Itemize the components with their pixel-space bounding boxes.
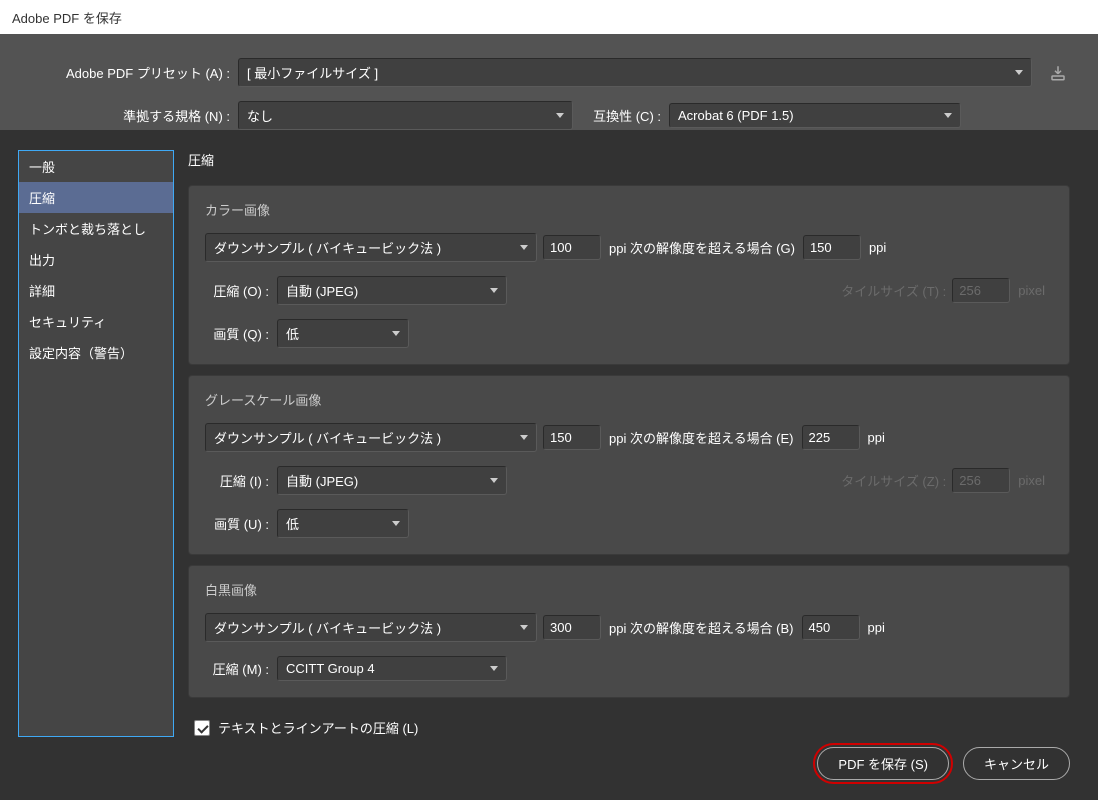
sidebar-item-compression[interactable]: 圧縮: [19, 182, 173, 213]
gray-ppi2-input[interactable]: 225: [802, 425, 860, 450]
mono-downsample-dropdown[interactable]: ダウンサンプル ( バイキュービック法 ): [205, 613, 537, 642]
color-comp-dropdown[interactable]: 自動 (JPEG): [277, 276, 507, 305]
text-lineart-checkbox[interactable]: [194, 720, 210, 736]
cancel-button[interactable]: キャンセル: [963, 747, 1070, 780]
compat-label: 互換性 (C) :: [583, 106, 669, 125]
chevron-down-icon: [944, 113, 952, 118]
panel-compression: 圧縮 カラー画像 ダウンサンプル ( バイキュービック法 ) 100 ppi 次…: [188, 150, 1070, 737]
section-title-mono: 白黒画像: [205, 580, 1053, 599]
chevron-down-icon: [556, 113, 564, 118]
sidebar-item-output[interactable]: 出力: [19, 244, 173, 275]
preset-value: [ 最小ファイルサイズ ]: [247, 63, 1009, 82]
color-tile-label: タイルサイズ (T) :: [841, 281, 946, 300]
mono-ppi-input[interactable]: 300: [543, 615, 601, 640]
checkmark-icon: [197, 723, 207, 733]
chevron-down-icon: [1015, 70, 1023, 75]
window-title: Adobe PDF を保存: [12, 8, 122, 27]
sidebar-item-advanced[interactable]: 詳細: [19, 275, 173, 306]
ppi-unit: ppi: [868, 620, 885, 635]
gray-quality-value: 低: [286, 514, 386, 533]
mono-ppi2-input[interactable]: 450: [802, 615, 860, 640]
mono-ppi-label: ppi 次の解像度を超える場合 (B): [609, 618, 794, 637]
color-quality-label: 画質 (Q) :: [205, 324, 277, 343]
standard-value: なし: [247, 106, 550, 125]
mono-downsample-value: ダウンサンプル ( バイキュービック法 ): [214, 618, 514, 637]
color-downsample-value: ダウンサンプル ( バイキュービック法 ): [214, 238, 514, 257]
section-color-images: カラー画像 ダウンサンプル ( バイキュービック法 ) 100 ppi 次の解像…: [188, 185, 1070, 365]
preset-label: Adobe PDF プリセット (A) :: [28, 63, 238, 82]
color-ppi-input[interactable]: 100: [543, 235, 601, 260]
color-comp-value: 自動 (JPEG): [286, 281, 484, 300]
gray-comp-dropdown[interactable]: 自動 (JPEG): [277, 466, 507, 495]
chevron-down-icon: [392, 331, 400, 336]
gray-comp-label: 圧縮 (I) :: [205, 471, 277, 490]
sidebar-item-marks[interactable]: トンボと裁ち落とし: [19, 213, 173, 244]
pixel-unit: pixel: [1018, 473, 1045, 488]
panel-title: 圧縮: [188, 150, 1070, 169]
gray-downsample-value: ダウンサンプル ( バイキュービック法 ): [214, 428, 514, 447]
color-downsample-dropdown[interactable]: ダウンサンプル ( バイキュービック法 ): [205, 233, 537, 262]
gray-ppi-input[interactable]: 150: [543, 425, 601, 450]
sidebar-item-security[interactable]: セキュリティ: [19, 306, 173, 337]
ppi-unit: ppi: [869, 240, 886, 255]
section-mono-images: 白黒画像 ダウンサンプル ( バイキュービック法 ) 300 ppi 次の解像度…: [188, 565, 1070, 698]
standard-dropdown[interactable]: なし: [238, 101, 573, 130]
dialog-footer: PDF を保存 (S) キャンセル: [0, 737, 1098, 780]
gray-quality-dropdown[interactable]: 低: [277, 509, 409, 538]
chevron-down-icon: [520, 435, 528, 440]
mono-comp-value: CCITT Group 4: [286, 661, 484, 676]
pixel-unit: pixel: [1018, 283, 1045, 298]
standard-label: 準拠する規格 (N) :: [28, 106, 238, 125]
save-preset-icon[interactable]: [1046, 61, 1070, 85]
gray-downsample-dropdown[interactable]: ダウンサンプル ( バイキュービック法 ): [205, 423, 537, 452]
sidebar-item-summary[interactable]: 設定内容（警告）: [19, 337, 173, 368]
color-comp-label: 圧縮 (O) :: [205, 281, 277, 300]
top-controls: Adobe PDF プリセット (A) : [ 最小ファイルサイズ ] 準拠する…: [0, 34, 1098, 130]
color-ppi2-input[interactable]: 150: [803, 235, 861, 260]
chevron-down-icon: [520, 245, 528, 250]
color-quality-dropdown[interactable]: 低: [277, 319, 409, 348]
compat-dropdown[interactable]: Acrobat 6 (PDF 1.5): [669, 103, 961, 128]
chevron-down-icon: [490, 478, 498, 483]
gray-quality-label: 画質 (U) :: [205, 514, 277, 533]
save-pdf-button[interactable]: PDF を保存 (S): [817, 747, 949, 780]
chevron-down-icon: [490, 666, 498, 671]
ppi-unit: ppi: [868, 430, 885, 445]
compat-value: Acrobat 6 (PDF 1.5): [678, 108, 938, 123]
mono-comp-label: 圧縮 (M) :: [205, 659, 277, 678]
section-title-color: カラー画像: [205, 200, 1053, 219]
gray-comp-value: 自動 (JPEG): [286, 471, 484, 490]
color-tile-input: 256: [952, 278, 1010, 303]
gray-tile-label: タイルサイズ (Z) :: [841, 471, 946, 490]
section-grayscale-images: グレースケール画像 ダウンサンプル ( バイキュービック法 ) 150 ppi …: [188, 375, 1070, 555]
titlebar: Adobe PDF を保存: [0, 0, 1098, 34]
preset-dropdown[interactable]: [ 最小ファイルサイズ ]: [238, 58, 1032, 87]
gray-ppi-label: ppi 次の解像度を超える場合 (E): [609, 428, 794, 447]
chevron-down-icon: [520, 625, 528, 630]
section-title-gray: グレースケール画像: [205, 390, 1053, 409]
sidebar-item-general[interactable]: 一般: [19, 151, 173, 182]
mono-comp-dropdown[interactable]: CCITT Group 4: [277, 656, 507, 681]
color-ppi-label: ppi 次の解像度を超える場合 (G): [609, 238, 795, 257]
color-quality-value: 低: [286, 324, 386, 343]
gray-tile-input: 256: [952, 468, 1010, 493]
text-lineart-label: テキストとラインアートの圧縮 (L): [218, 718, 418, 737]
chevron-down-icon: [392, 521, 400, 526]
sidebar: 一般 圧縮 トンボと裁ち落とし 出力 詳細 セキュリティ 設定内容（警告）: [18, 150, 174, 737]
chevron-down-icon: [490, 288, 498, 293]
